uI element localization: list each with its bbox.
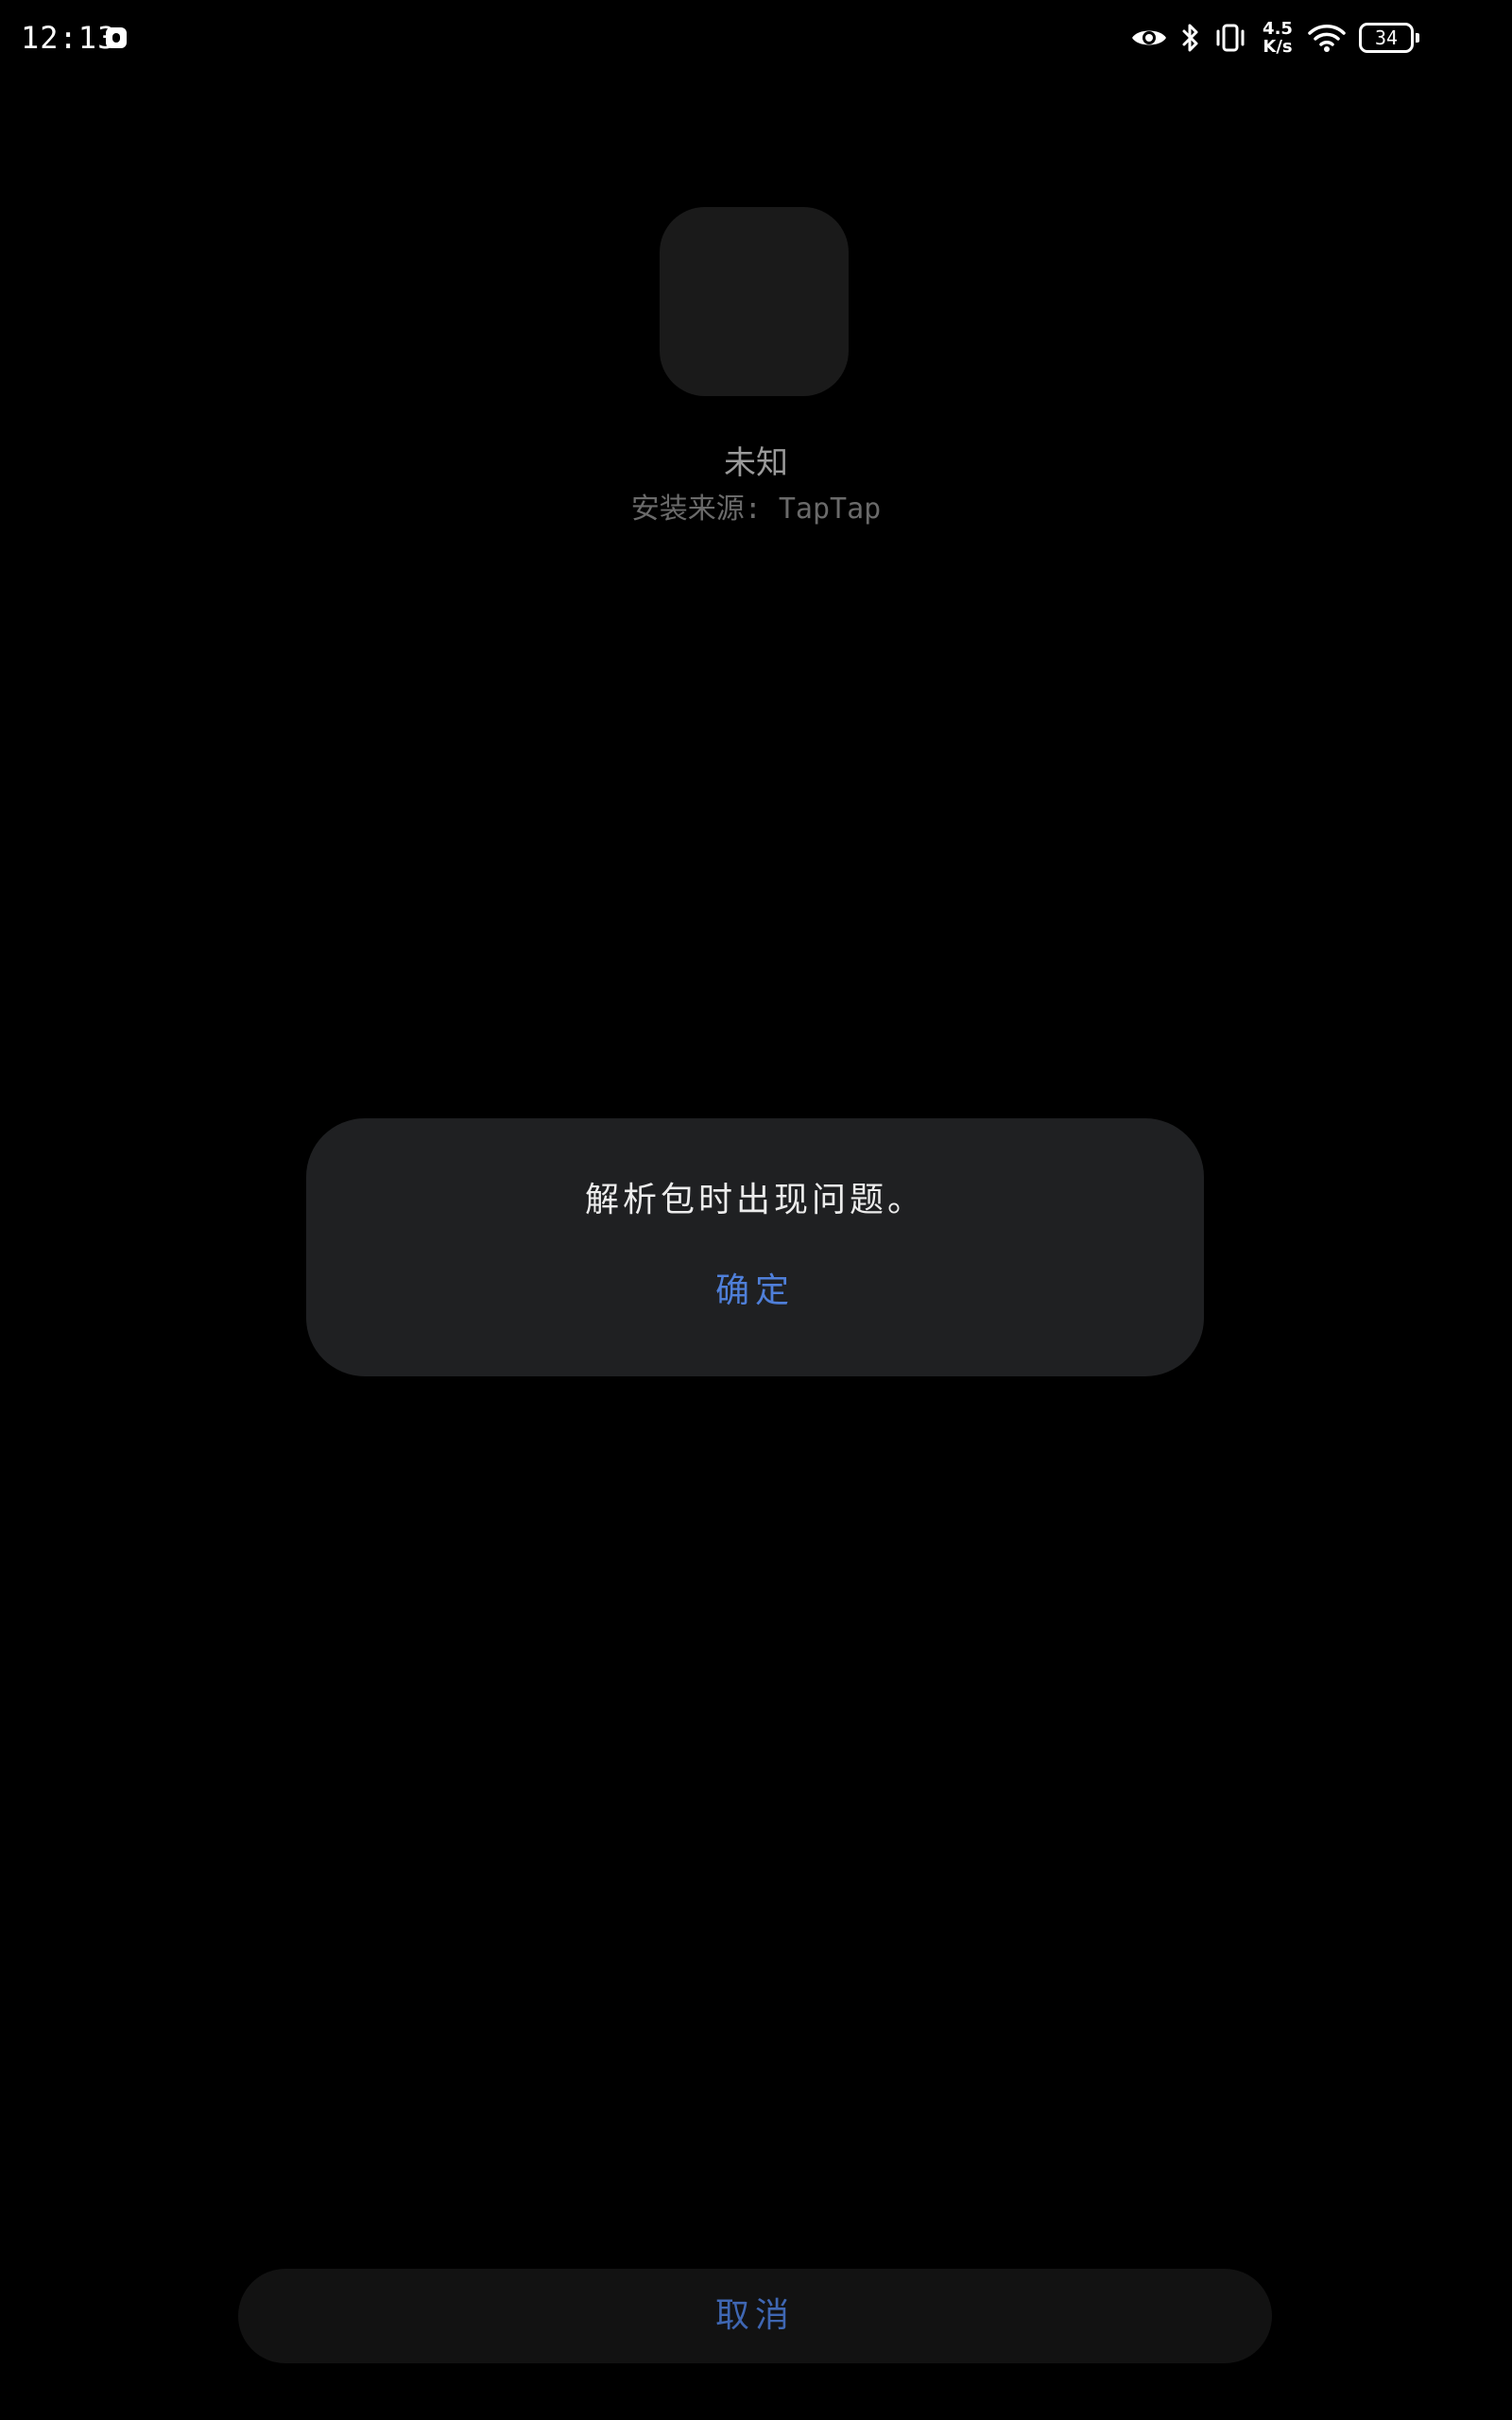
status-time: 12:13 <box>21 20 117 56</box>
dialog-message: 解析包时出现问题。 <box>584 1181 925 1219</box>
battery-level: 34 <box>1374 26 1399 49</box>
status-icons: 4.5 K/s 34 <box>1130 15 1419 60</box>
wifi-icon <box>1308 25 1346 52</box>
confirm-button[interactable]: 确定 <box>661 1260 850 1322</box>
notification-icon <box>106 27 127 48</box>
error-dialog: 解析包时出现问题。 确定 <box>306 1118 1204 1376</box>
bluetooth-icon <box>1182 24 1198 52</box>
vibrate-icon <box>1216 24 1245 52</box>
eye-icon <box>1132 30 1166 45</box>
install-source: 安装来源: TapTap <box>630 493 882 526</box>
cancel-button[interactable]: 取消 <box>238 2269 1272 2363</box>
network-speed-value: 4.5 <box>1263 19 1293 39</box>
app-name: 未知 <box>724 444 788 482</box>
app-icon-placeholder <box>660 207 849 396</box>
battery-icon: 34 <box>1359 23 1419 53</box>
network-speed-unit: K/s <box>1263 37 1293 57</box>
network-speed: 4.5 K/s <box>1261 20 1295 56</box>
status-bar: 12:13 4.5 K/s 34 <box>0 0 1512 76</box>
